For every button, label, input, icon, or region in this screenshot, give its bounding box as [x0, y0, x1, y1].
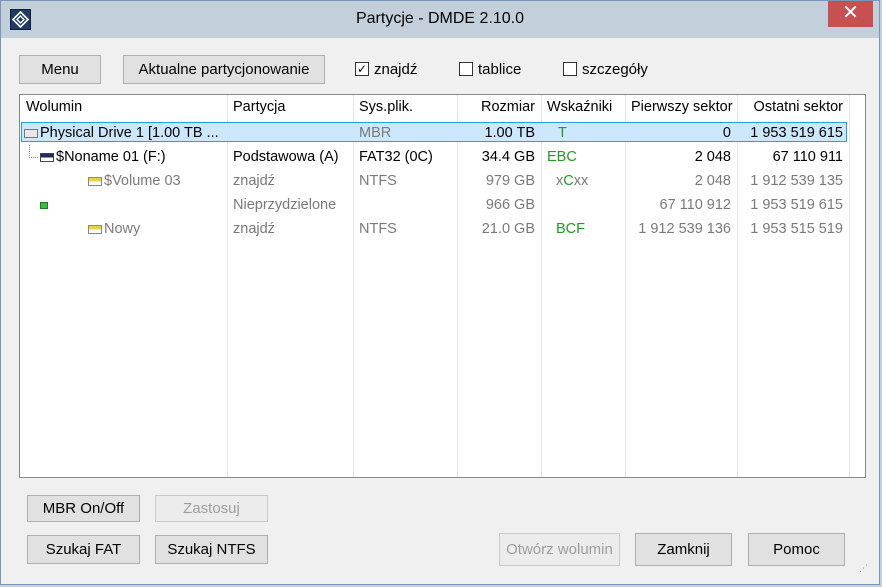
find-checkbox-label: znajdź	[374, 61, 418, 78]
partitions-table[interactable]: Wolumin Partycja Sys.plik. Rozmiar Wskaź…	[19, 94, 866, 478]
table-row[interactable]: Physical Drive 1 [1.00 TB ... MBR 1.00 T…	[20, 121, 865, 145]
details-checkbox[interactable]: szczegóły	[563, 61, 663, 79]
apply-button[interactable]: Zastosuj	[155, 495, 268, 522]
title-bar[interactable]: Partycje - DMDE 2.10.0 ✕	[1, 1, 879, 38]
menu-button[interactable]: Menu	[19, 55, 101, 84]
flags-value: C	[563, 173, 574, 189]
column-header-filesystem[interactable]: Sys.plik.	[353, 95, 457, 119]
first-sector-cell: 67 110 912	[659, 197, 732, 213]
mbr-toggle-button[interactable]: MBR On/Off	[27, 495, 140, 522]
apply-label: Zastosuj	[183, 500, 240, 517]
size-cell: 34.4 GB	[481, 149, 535, 165]
close-window-button[interactable]: ✕	[828, 1, 873, 27]
filesystem-cell: NTFS	[359, 221, 397, 237]
first-sector-cell: 2 048	[694, 173, 731, 189]
column-header-volume[interactable]: Wolumin	[20, 95, 227, 119]
unallocated-space-icon	[40, 201, 48, 209]
partition-cell	[227, 121, 353, 145]
flags-cell: T	[558, 125, 567, 141]
size-cell: 966 GB	[485, 197, 535, 213]
search-fat-button[interactable]: Szukaj FAT	[27, 535, 140, 564]
details-checkbox-box[interactable]	[563, 62, 577, 76]
flags-cell: BCF	[556, 221, 585, 237]
tables-checkbox-label: tablice	[478, 61, 522, 78]
open-volume-button[interactable]: Otwórz wolumin	[499, 533, 620, 566]
partition-cell: znajdź	[233, 173, 275, 189]
last-sector-cell: 67 110 911	[772, 149, 843, 165]
partition-cell: Podstawowa (A)	[233, 149, 339, 165]
first-sector-cell: 2 048	[694, 149, 731, 165]
table-row[interactable]: Nowy znajdź NTFS 21.0 GB BCF 1 912 539 1…	[20, 217, 865, 241]
mbr-toggle-label: MBR On/Off	[42, 500, 125, 517]
tables-checkbox[interactable]: tablice	[459, 61, 539, 79]
partition-cell: Nieprzydzielone	[233, 197, 337, 213]
last-sector-cell: 1 912 539 135	[750, 173, 843, 189]
window-title: Partycje - DMDE 2.10.0	[355, 10, 525, 27]
current-partitioning-button[interactable]: Aktualne partycjonowanie	[123, 55, 325, 84]
column-header-last-sector[interactable]: Ostatni sektor	[737, 95, 849, 119]
search-ntfs-label: Szukaj NTFS	[167, 541, 256, 558]
filesystem-cell: MBR	[359, 125, 392, 141]
details-checkbox-label: szczegóły	[582, 61, 648, 78]
first-sector-cell: 1 912 539 136	[638, 221, 731, 237]
partition-cell: znajdź	[233, 221, 275, 237]
flags-suffix: xx	[573, 173, 589, 189]
find-checkbox[interactable]: ✓ znajdź	[355, 61, 435, 79]
dialog-client-area: Menu Aktualne partycjonowanie ✓ znajdź t…	[9, 38, 871, 576]
partitions-window: Partycje - DMDE 2.10.0 ✕ Menu Aktualne p…	[0, 0, 880, 585]
current-partitioning-label: Aktualne partycjonowanie	[138, 61, 310, 78]
volume-cell	[38, 193, 227, 217]
close-button[interactable]: Zamknij	[635, 533, 732, 566]
flags-cell	[541, 193, 625, 217]
volume-cell: $Volume 03	[86, 169, 227, 193]
first-sector-cell: 0	[722, 125, 731, 141]
size-cell: 979 GB	[485, 173, 535, 189]
search-fat-label: Szukaj FAT	[45, 541, 122, 558]
filesystem-cell: FAT32 (0C)	[359, 149, 433, 165]
flags-cell: EBC	[547, 149, 577, 165]
found-volume-icon	[88, 176, 102, 186]
find-checkbox-box[interactable]: ✓	[355, 62, 369, 76]
volume-name: $Volume 03	[104, 173, 181, 189]
search-ntfs-button[interactable]: Szukaj NTFS	[155, 535, 268, 564]
filesystem-cell	[353, 193, 457, 217]
column-header-size[interactable]: Rozmiar	[457, 95, 541, 119]
volume-cell: Nowy	[86, 217, 227, 241]
last-sector-cell: 1 953 519 615	[750, 125, 843, 141]
partition-icon	[40, 152, 54, 162]
volume-name: Nowy	[104, 221, 141, 237]
last-sector-cell: 1 953 519 615	[750, 197, 843, 213]
menu-button-label: Menu	[41, 61, 79, 78]
column-header-flags[interactable]: Wskaźniki	[541, 95, 625, 119]
help-label: Pomoc	[773, 541, 820, 558]
column-header-first-sector[interactable]: Pierwszy sektor	[625, 95, 737, 119]
volume-name: $Noname 01 (F:)	[56, 149, 166, 165]
close-label: Zamknij	[657, 541, 710, 558]
volume-name: Physical Drive 1 [1.00 TB ...	[40, 125, 219, 141]
filesystem-cell: NTFS	[359, 173, 397, 189]
table-row[interactable]: $Volume 03 znajdź NTFS 979 GB xCxx 2 048…	[20, 169, 865, 193]
size-cell: 1.00 TB	[484, 125, 535, 141]
open-volume-label: Otwórz wolumin	[506, 541, 613, 558]
help-button[interactable]: Pomoc	[748, 533, 845, 566]
last-sector-cell: 1 953 515 519	[750, 221, 843, 237]
found-volume-icon	[88, 224, 102, 234]
resize-grip-icon[interactable]: ⋰	[859, 564, 869, 574]
volume-cell: Physical Drive 1 [1.00 TB ...	[20, 121, 227, 145]
tree-connector	[29, 145, 38, 158]
hard-drive-icon	[24, 128, 38, 138]
column-header-partition[interactable]: Partycja	[227, 95, 353, 119]
flags-cell: xCxx	[541, 169, 625, 193]
tables-checkbox-box[interactable]	[459, 62, 473, 76]
table-row[interactable]: $Noname 01 (F:) Podstawowa (A) FAT32 (0C…	[20, 145, 865, 169]
volume-cell: $Noname 01 (F:)	[38, 145, 227, 169]
size-cell: 21.0 GB	[481, 221, 535, 237]
table-row[interactable]: Nieprzydzielone 966 GB 67 110 912 1 953 …	[20, 193, 865, 217]
